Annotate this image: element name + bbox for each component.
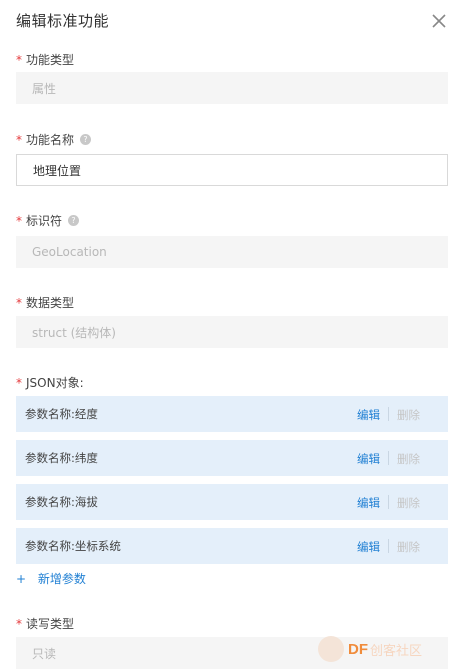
divider bbox=[388, 407, 389, 421]
delete-param-button[interactable]: 删除 bbox=[397, 539, 420, 555]
data-type-field: struct (结构体) bbox=[16, 316, 448, 348]
watermark-logo: DF 创客社区 bbox=[318, 630, 458, 668]
close-icon[interactable] bbox=[430, 12, 448, 30]
required-mark: * bbox=[16, 52, 22, 67]
identifier-label: * 标识符 ? bbox=[16, 212, 80, 229]
plus-icon: + bbox=[16, 572, 27, 586]
identifier-field: GeoLocation bbox=[16, 236, 448, 268]
rw-type-label-text: 读写类型 bbox=[26, 617, 75, 631]
required-mark: * bbox=[16, 295, 22, 310]
rw-type-label: * 读写类型 bbox=[16, 615, 74, 632]
rw-type-value: 只读 bbox=[32, 646, 57, 661]
function-type-field: 属性 bbox=[16, 72, 448, 104]
param-name: 参数名称:坐标系统 bbox=[25, 539, 121, 553]
param-row: 参数名称:纬度 编辑 删除 bbox=[16, 440, 448, 476]
delete-param-button[interactable]: 删除 bbox=[397, 407, 420, 423]
data-type-label: * 数据类型 bbox=[16, 294, 74, 311]
identifier-value: GeoLocation bbox=[32, 245, 107, 259]
edit-param-button[interactable]: 编辑 bbox=[357, 539, 380, 555]
divider bbox=[388, 495, 389, 509]
edit-param-button[interactable]: 编辑 bbox=[357, 407, 380, 423]
divider bbox=[388, 451, 389, 465]
function-type-value: 属性 bbox=[32, 81, 57, 96]
edit-param-button[interactable]: 编辑 bbox=[357, 451, 380, 467]
param-row: 参数名称:海拔 编辑 删除 bbox=[16, 484, 448, 520]
param-name: 参数名称:经度 bbox=[25, 407, 98, 421]
help-icon[interactable]: ? bbox=[68, 215, 80, 226]
function-type-label: * 功能类型 bbox=[16, 51, 74, 68]
data-type-value: struct (结构体) bbox=[32, 325, 116, 340]
function-name-value: 地理位置 bbox=[33, 163, 82, 178]
required-mark: * bbox=[16, 616, 22, 631]
json-object-label: * JSON对象: bbox=[16, 374, 84, 391]
delete-param-button[interactable]: 删除 bbox=[397, 451, 420, 467]
add-param-label: 新增参数 bbox=[37, 572, 86, 586]
param-name: 参数名称:纬度 bbox=[25, 451, 98, 465]
identifier-label-text: 标识符 bbox=[26, 214, 63, 228]
dialog-title: 编辑标准功能 bbox=[16, 12, 110, 30]
param-name: 参数名称:海拔 bbox=[25, 495, 98, 509]
required-mark: * bbox=[16, 375, 22, 390]
param-row: 参数名称:坐标系统 编辑 删除 bbox=[16, 528, 448, 564]
delete-param-button[interactable]: 删除 bbox=[397, 495, 420, 511]
required-mark: * bbox=[16, 213, 22, 228]
add-param-button[interactable]: + 新增参数 bbox=[16, 570, 86, 587]
function-name-label-text: 功能名称 bbox=[26, 133, 75, 147]
watermark-df: DF bbox=[348, 640, 368, 658]
logo-icon bbox=[318, 636, 344, 662]
function-type-label-text: 功能类型 bbox=[26, 53, 75, 67]
function-name-label: * 功能名称 ? bbox=[16, 131, 92, 148]
json-object-label-text: JSON对象: bbox=[26, 376, 84, 390]
divider bbox=[388, 539, 389, 553]
required-mark: * bbox=[16, 132, 22, 147]
edit-param-button[interactable]: 编辑 bbox=[357, 495, 380, 511]
data-type-label-text: 数据类型 bbox=[26, 296, 75, 310]
param-row: 参数名称:经度 编辑 删除 bbox=[16, 396, 448, 432]
function-name-input[interactable]: 地理位置 bbox=[16, 154, 448, 186]
help-icon[interactable]: ? bbox=[80, 134, 92, 145]
watermark-text: 创客社区 bbox=[370, 643, 423, 659]
